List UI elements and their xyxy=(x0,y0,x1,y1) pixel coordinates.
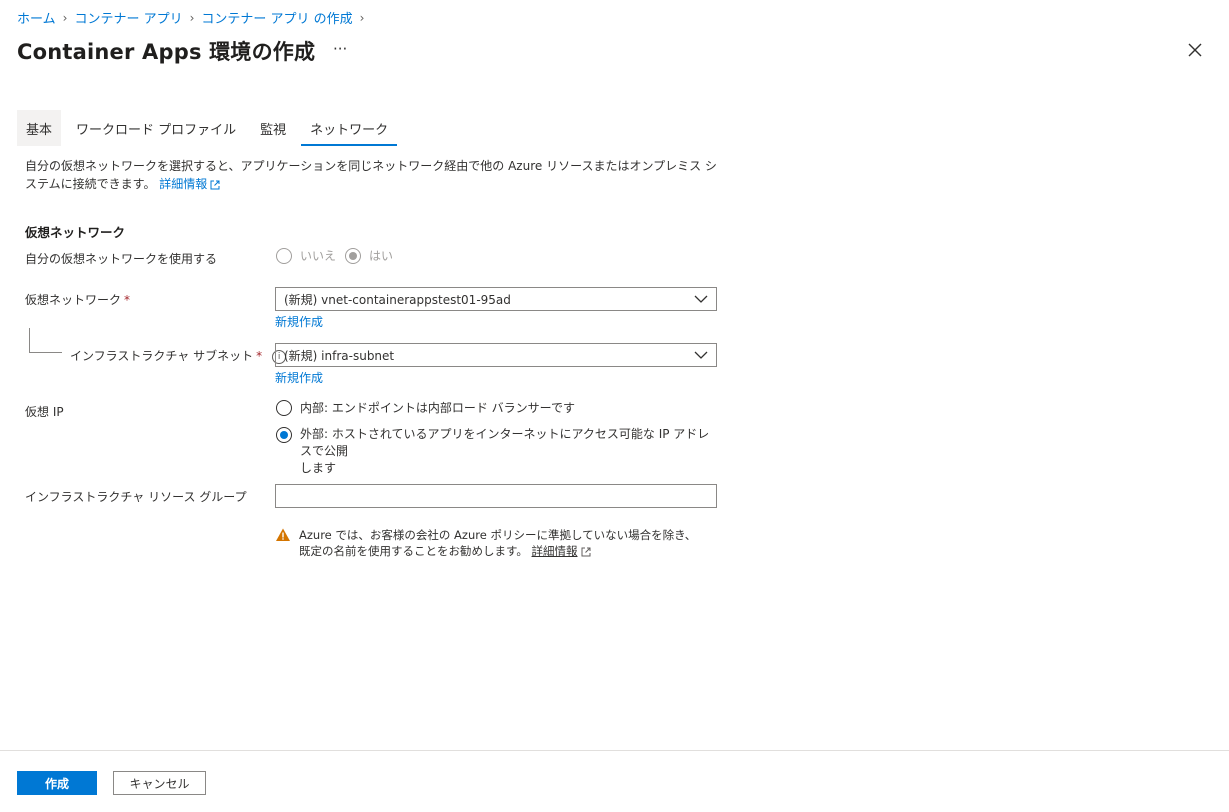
breadcrumb-container-apps[interactable]: コンテナー アプリ xyxy=(74,8,182,27)
virtual-ip-label: 仮想 IP xyxy=(25,405,64,419)
infra-rg-input[interactable] xyxy=(275,484,717,508)
breadcrumb-separator-icon: › xyxy=(359,10,365,25)
use-own-vnet-label: 自分の仮想ネットワークを使用する xyxy=(25,252,218,266)
warning-message: Azure では、お客様の会社の Azure ポリシーに準拠していない場合を除き… xyxy=(275,527,705,559)
subnet-select[interactable]: (新規) infra-subnet xyxy=(275,343,717,367)
chevron-down-icon xyxy=(694,351,708,359)
more-options-button[interactable]: ··· xyxy=(333,40,347,58)
tab-description: 自分の仮想ネットワークを選択すると、アプリケーションを同じネットワーク経由で他の… xyxy=(25,157,725,193)
tab-networking[interactable]: ネットワーク xyxy=(301,110,398,146)
tree-connector xyxy=(29,328,62,353)
virtual-ip-external[interactable]: 外部: ホストされているアプリをインターネットにアクセス可能な IP アドレスで… xyxy=(276,426,710,477)
tab-workload-profiles[interactable]: ワークロード プロファイル xyxy=(67,110,245,146)
cancel-button[interactable]: キャンセル xyxy=(113,771,206,795)
close-icon[interactable] xyxy=(1185,40,1205,60)
vnet-label: 仮想ネットワーク * xyxy=(25,293,131,307)
tab-list: 基本 ワークロード プロファイル 監視 ネットワーク xyxy=(17,110,403,146)
radio-yes[interactable] xyxy=(345,247,361,264)
breadcrumb: ホーム › コンテナー アプリ › コンテナー アプリ の作成 › xyxy=(17,8,371,28)
warning-icon xyxy=(276,528,290,541)
external-link-icon xyxy=(210,180,220,189)
subnet-select-value: (新規) infra-subnet xyxy=(284,348,395,363)
tab-basics[interactable]: 基本 xyxy=(17,110,62,146)
breadcrumb-create-container-app[interactable]: コンテナー アプリ の作成 xyxy=(201,8,352,27)
radio-no[interactable] xyxy=(276,247,292,264)
tab-monitoring[interactable]: 監視 xyxy=(251,110,295,146)
vnet-select-value: (新規) vnet-containerappstest01-95ad xyxy=(284,292,511,307)
subnet-label: インフラストラクチャ サブネット * i xyxy=(70,347,287,364)
chevron-down-icon xyxy=(694,295,708,303)
radio-internal[interactable] xyxy=(276,399,292,416)
radio-external[interactable] xyxy=(276,427,292,443)
page-title: Container Apps 環境の作成 xyxy=(17,40,316,64)
warning-text: Azure では、お客様の会社の Azure ポリシーに準拠していない場合を除き… xyxy=(299,528,697,558)
learn-more-link[interactable]: 詳細情報 xyxy=(159,177,220,191)
vnet-create-new-link[interactable]: 新規作成 xyxy=(275,313,323,330)
external-link-icon xyxy=(581,547,591,556)
breadcrumb-home[interactable]: ホーム xyxy=(17,8,56,27)
breadcrumb-separator-icon: › xyxy=(62,10,68,25)
required-mark: * xyxy=(256,349,263,363)
vnet-select[interactable]: (新規) vnet-containerappstest01-95ad xyxy=(275,287,717,311)
description-text: 自分の仮想ネットワークを選択すると、アプリケーションを同じネットワーク経由で他の… xyxy=(25,159,717,191)
vnet-section-title: 仮想ネットワーク xyxy=(25,225,126,240)
use-own-vnet-yes[interactable]: はい xyxy=(345,247,393,264)
create-button[interactable]: 作成 xyxy=(17,771,97,795)
breadcrumb-separator-icon: › xyxy=(189,10,195,25)
infra-rg-label: インフラストラクチャ リソース グループ xyxy=(25,490,247,504)
use-own-vnet-no[interactable]: いいえ xyxy=(276,247,336,264)
warning-learn-more-link[interactable]: 詳細情報 xyxy=(532,544,578,558)
subnet-create-new-link[interactable]: 新規作成 xyxy=(275,369,323,386)
virtual-ip-internal[interactable]: 内部: エンドポイントは内部ロード バランサーです xyxy=(276,399,575,416)
required-mark: * xyxy=(124,293,131,307)
